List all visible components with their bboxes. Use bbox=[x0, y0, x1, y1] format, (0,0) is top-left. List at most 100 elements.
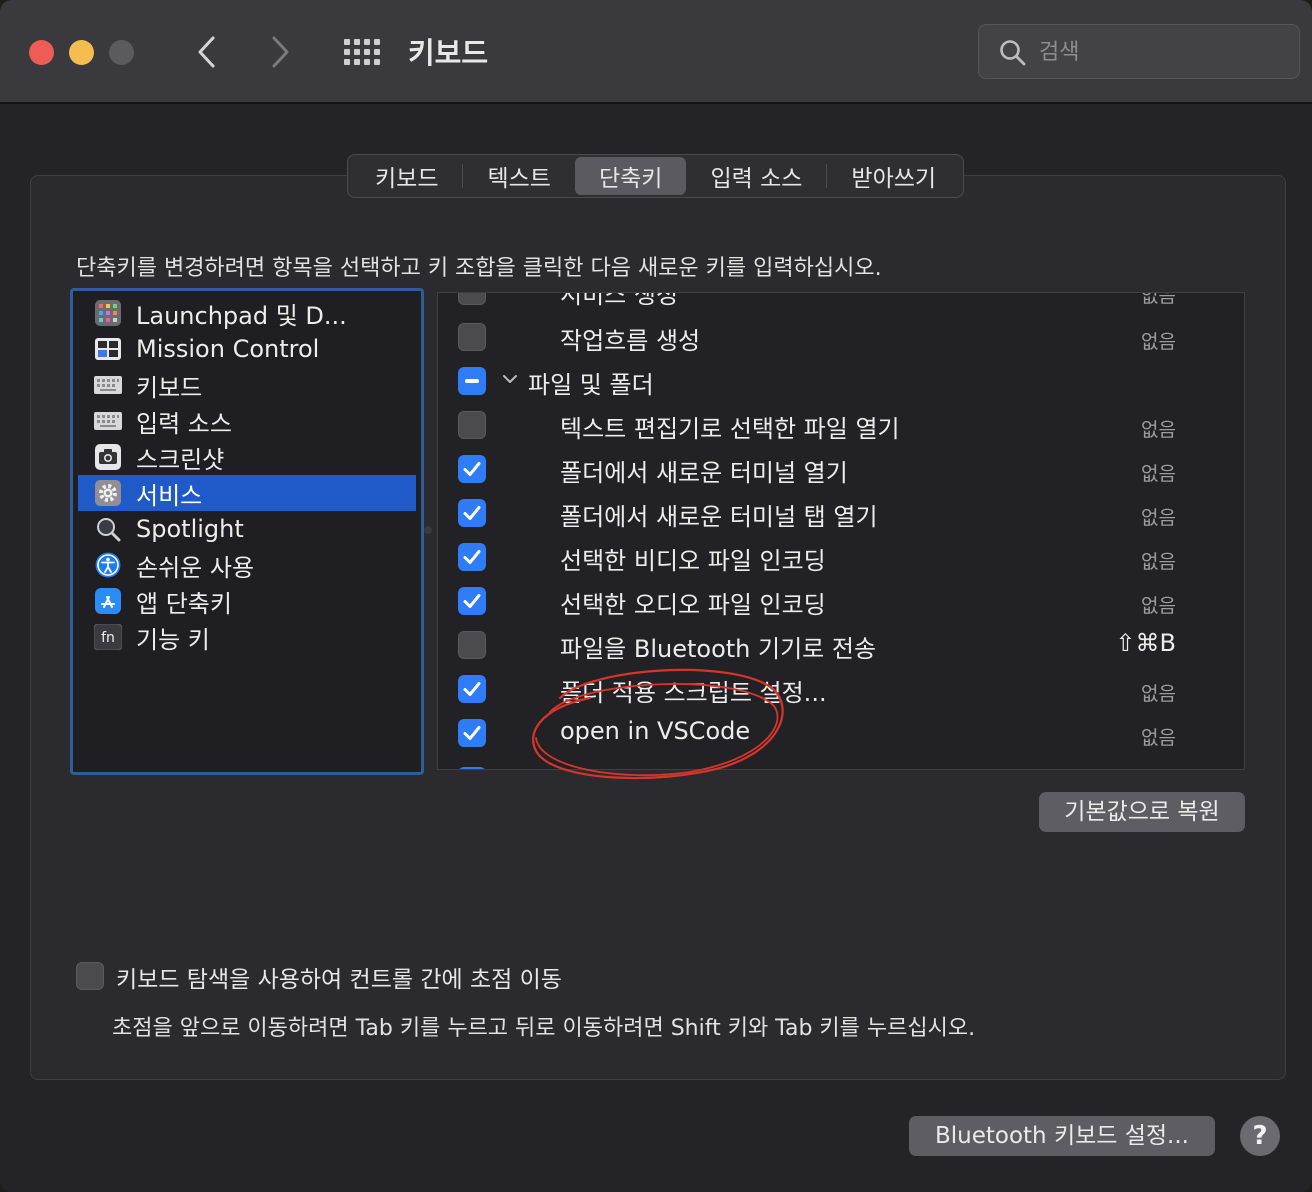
keyboard-navigation-label: 키보드 탐색을 사용하여 컨트롤 간에 초점 이동 bbox=[116, 967, 562, 993]
minimize-window-button[interactable] bbox=[69, 40, 94, 65]
tab-dictation[interactable]: 받아쓰기 bbox=[827, 157, 960, 195]
category-label: 키보드 bbox=[136, 373, 203, 402]
keyboard-navigation-checkbox[interactable] bbox=[76, 962, 104, 990]
shortcut-key[interactable]: 없음 bbox=[1141, 591, 1176, 618]
instruction-text: 단축키를 변경하려면 항목을 선택하고 키 조합을 클릭한 다음 새로운 키를 … bbox=[76, 256, 882, 281]
shortcut-key[interactable]: 없음 bbox=[1141, 723, 1176, 750]
shortcut-checkbox[interactable] bbox=[458, 293, 486, 305]
shortcut-label: 작업흐름 생성 bbox=[560, 327, 701, 355]
bluetooth-keyboard-setup-button[interactable]: Bluetooth 키보드 설정... bbox=[909, 1116, 1215, 1156]
shortcut-row[interactable]: 작업흐름 생성 없음 bbox=[438, 317, 1244, 361]
shortcut-row[interactable]: 선택한 비디오 파일 인코딩 없음 bbox=[438, 537, 1244, 581]
gear-icon bbox=[94, 479, 122, 507]
tab-text[interactable]: 텍스트 bbox=[463, 157, 574, 195]
keyboard-icon bbox=[94, 371, 122, 399]
shortcut-checkbox[interactable] bbox=[458, 543, 486, 571]
shortcut-checkbox[interactable] bbox=[458, 323, 486, 351]
shortcut-checkbox[interactable] bbox=[458, 587, 486, 615]
shortcut-row-partial[interactable] bbox=[438, 761, 1244, 769]
chevron-right-icon bbox=[272, 36, 289, 68]
shortcut-label: 텍스트 편집기로 선택한 파일 열기 bbox=[560, 415, 900, 443]
category-function-keys[interactable]: fn 기능 키 bbox=[78, 619, 416, 655]
category-screenshot[interactable]: 스크린샷 bbox=[78, 439, 416, 475]
forward-button[interactable] bbox=[261, 28, 301, 76]
fn-key-icon: fn bbox=[94, 623, 122, 651]
tab-shortcuts[interactable]: 단축키 bbox=[574, 157, 687, 195]
category-label: 입력 소스 bbox=[136, 409, 232, 438]
shortcut-key[interactable]: 없음 bbox=[1141, 415, 1176, 442]
category-label: Spotlight bbox=[136, 515, 244, 543]
shortcut-row[interactable]: 폴더에서 새로운 터미널 열기 없음 bbox=[438, 449, 1244, 493]
group-checkbox[interactable] bbox=[458, 367, 486, 395]
checkmark-icon bbox=[463, 462, 481, 476]
shortcut-label: open in VSCode bbox=[560, 717, 751, 745]
category-label: 서비스 bbox=[136, 481, 203, 510]
category-label: Launchpad 및 D... bbox=[136, 301, 347, 330]
screenshot-icon bbox=[94, 443, 122, 471]
shortcut-label: 파일을 Bluetooth 기기로 전송 bbox=[560, 635, 877, 663]
shortcut-key[interactable]: 없음 bbox=[1141, 679, 1176, 706]
title-bar: 키보드 bbox=[0, 0, 1312, 104]
app-store-icon bbox=[94, 587, 122, 615]
shortcut-checkbox[interactable] bbox=[458, 631, 486, 659]
checkmark-icon bbox=[463, 594, 481, 608]
show-all-button[interactable] bbox=[340, 33, 380, 73]
shortcut-checkbox[interactable] bbox=[458, 767, 486, 769]
shortcut-checkbox[interactable] bbox=[458, 499, 486, 527]
shortcut-row[interactable]: 텍스트 편집기로 선택한 파일 열기 없음 bbox=[438, 405, 1244, 449]
shortcut-list[interactable]: 서비스 생성 없음 작업흐름 생성 없음 파일 및 폴더 텍스트 편집기로 선택… bbox=[437, 292, 1245, 770]
shortcut-row[interactable]: 서비스 생성 없음 bbox=[438, 292, 1244, 315]
back-button[interactable] bbox=[186, 28, 226, 76]
shortcut-key[interactable]: 없음 bbox=[1141, 547, 1176, 574]
keyboard-navigation-hint: 초점을 앞으로 이동하려면 Tab 키를 누르고 뒤로 이동하려면 Shift … bbox=[112, 1016, 976, 1041]
group-label: 파일 및 폴더 bbox=[528, 371, 654, 399]
category-label: 앱 단축키 bbox=[136, 589, 232, 618]
shortcut-key[interactable]: 없음 bbox=[1141, 459, 1176, 486]
zoom-window-button[interactable] bbox=[109, 40, 134, 65]
tab-keyboard[interactable]: 키보드 bbox=[351, 157, 462, 195]
shortcut-label: 폴더에서 새로운 터미널 탭 열기 bbox=[560, 503, 878, 531]
search-icon bbox=[1000, 40, 1026, 66]
category-input-sources[interactable]: 입력 소스 bbox=[78, 403, 416, 439]
grid-icon bbox=[344, 39, 350, 45]
shortcut-key[interactable]: 없음 bbox=[1141, 503, 1176, 530]
category-keyboard[interactable]: 키보드 bbox=[78, 367, 416, 403]
shortcut-label: 서비스 생성 bbox=[560, 292, 679, 309]
shortcut-checkbox[interactable] bbox=[458, 455, 486, 483]
checkmark-icon bbox=[463, 682, 481, 696]
shortcut-group-row[interactable]: 파일 및 폴더 bbox=[438, 361, 1244, 405]
restore-defaults-button[interactable]: 기본값으로 복원 bbox=[1039, 792, 1245, 832]
chevron-left-icon bbox=[198, 36, 215, 68]
search-field[interactable] bbox=[978, 24, 1300, 79]
shortcut-label: 선택한 오디오 파일 인코딩 bbox=[560, 591, 826, 619]
help-button[interactable]: ? bbox=[1240, 1116, 1280, 1156]
split-view-handle[interactable] bbox=[424, 526, 432, 534]
shortcut-checkbox[interactable] bbox=[458, 675, 486, 703]
shortcut-row[interactable]: 선택한 오디오 파일 인코딩 없음 bbox=[438, 581, 1244, 625]
category-mission-control[interactable]: Mission Control bbox=[78, 331, 416, 367]
tab-bar: 키보드 텍스트 단축키 입력 소스 받아쓰기 bbox=[347, 154, 965, 198]
search-input[interactable] bbox=[1039, 37, 1279, 67]
category-services[interactable]: 서비스 bbox=[78, 475, 416, 511]
shortcut-key[interactable]: 없음 bbox=[1141, 293, 1176, 308]
shortcut-key[interactable]: ⇧⌘B bbox=[1115, 629, 1176, 657]
category-app-shortcuts[interactable]: 앱 단축키 bbox=[78, 583, 416, 619]
chevron-down-icon[interactable] bbox=[502, 371, 518, 387]
shortcut-row[interactable]: 파일을 Bluetooth 기기로 전송 ⇧⌘B bbox=[438, 625, 1244, 669]
shortcut-row[interactable]: 폴더에서 새로운 터미널 탭 열기 없음 bbox=[438, 493, 1244, 537]
shortcut-checkbox[interactable] bbox=[458, 719, 486, 747]
accessibility-icon bbox=[94, 551, 122, 579]
tab-input-sources[interactable]: 입력 소스 bbox=[686, 157, 826, 195]
shortcut-key[interactable]: 없음 bbox=[1141, 327, 1176, 354]
category-label: Mission Control bbox=[136, 335, 320, 363]
category-accessibility[interactable]: 손쉬운 사용 bbox=[78, 547, 416, 583]
close-window-button[interactable] bbox=[29, 40, 54, 65]
keyboard-icon bbox=[94, 407, 122, 435]
checkmark-icon bbox=[463, 506, 481, 520]
category-launchpad[interactable]: Launchpad 및 D... bbox=[78, 295, 416, 331]
category-spotlight[interactable]: Spotlight bbox=[78, 511, 416, 547]
shortcut-checkbox[interactable] bbox=[458, 411, 486, 439]
category-list[interactable]: Launchpad 및 D... Mission Control 키보드 입력 … bbox=[70, 288, 424, 775]
shortcut-row[interactable]: open in VSCode 없음 bbox=[438, 713, 1244, 757]
shortcut-row[interactable]: 폴더 적용 스크립트 설정... 없음 bbox=[438, 669, 1244, 713]
